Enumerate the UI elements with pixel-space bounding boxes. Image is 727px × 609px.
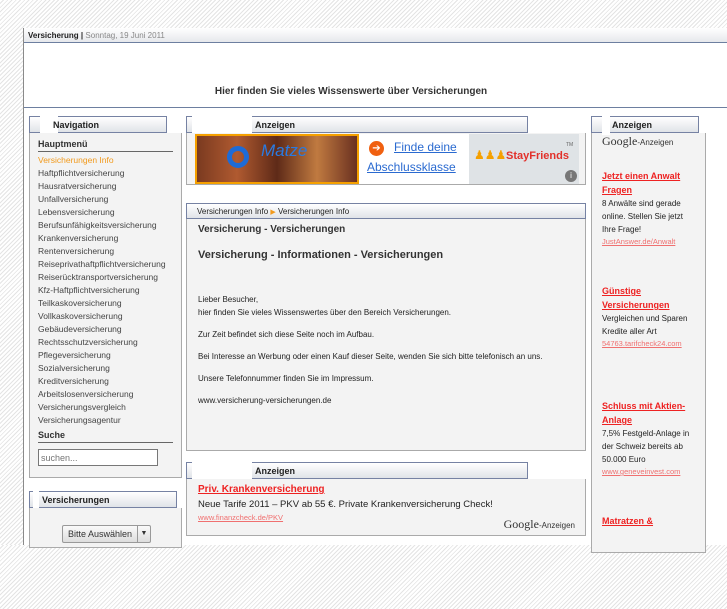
right-ads-header: Anzeigen bbox=[591, 115, 699, 135]
bottom-ad-title: Anzeigen bbox=[255, 466, 296, 476]
bottom-ad-header: Anzeigen bbox=[186, 461, 528, 481]
status-text: Zur Zeit befindet sich diese Seite noch … bbox=[198, 330, 375, 339]
google-ads-label[interactable]: Google-Anzeigen bbox=[504, 517, 575, 532]
nav-item[interactable]: Arbeitslosenversicherung bbox=[38, 388, 173, 401]
brand-name: StayFriends bbox=[506, 150, 569, 162]
nav-list: Versicherungen Info Haftpflichtversicheru… bbox=[38, 154, 173, 427]
banner-link-2[interactable]: Abschlussklasse bbox=[367, 160, 456, 174]
ad-url[interactable]: www.geneveinvest.com bbox=[602, 467, 680, 476]
nav-item[interactable]: Vollkaskoversicherung bbox=[38, 310, 173, 323]
stayfriends-logo[interactable]: ♟♟♟ StayFriends TM i bbox=[469, 134, 579, 184]
insurance-select[interactable]: Bitte Auswählen ▼ bbox=[62, 525, 151, 543]
contact-text: Bei Interesse an Werbung oder einen Kauf… bbox=[198, 352, 543, 361]
ad-headline[interactable]: Jetzt einen Anwalt Fragen bbox=[602, 169, 695, 197]
ad-url[interactable]: JustAnswer.de/Anwalt bbox=[602, 237, 675, 246]
banner-ad-title: Anzeigen bbox=[255, 120, 296, 130]
right-ads-list: Jetzt einen Anwalt Fragen 8 Anwälte sind … bbox=[602, 149, 695, 609]
ad-body: Vergleichen und Sparen Kredite aller Art bbox=[602, 314, 688, 336]
nav-item[interactable]: Sozialversicherung bbox=[38, 362, 173, 375]
nav-item[interactable]: Berufsunfähigkeitsversicherung bbox=[38, 219, 173, 232]
bottom-ad-panel: Priv. Krankenversicherung Neue Tarife 20… bbox=[186, 479, 586, 536]
google-ads-label[interactable]: Google-Anzeigen bbox=[602, 134, 673, 148]
navigation-header: Navigation bbox=[29, 115, 167, 135]
breadcrumb-current: Versicherungen Info bbox=[278, 207, 350, 216]
ad-body: 7,5% Festgeld-Anlage in der Schweiz bere… bbox=[602, 429, 690, 464]
nav-item[interactable]: Versicherungen Info bbox=[38, 154, 173, 167]
search-title: Suche bbox=[38, 428, 173, 443]
separator: | bbox=[80, 31, 84, 40]
nav-item[interactable]: Reiseprivathaftpflichtversicherung bbox=[38, 258, 173, 271]
phone-text: Unsere Telefonnummer finden Sie im Impre… bbox=[198, 374, 374, 383]
nav-item[interactable]: Haftpflichtversicherung bbox=[38, 167, 173, 180]
stayfriends-banner-image[interactable]: Matze bbox=[195, 134, 359, 184]
ad-url[interactable]: www.finanzcheck.de/PKV bbox=[198, 513, 283, 522]
nav-item[interactable]: Hausratversicherung bbox=[38, 180, 173, 193]
right-ads-title: Anzeigen bbox=[612, 120, 653, 130]
banner-ad-header: Anzeigen bbox=[186, 115, 528, 135]
breadcrumb: Versicherungen Info ▶ Versicherungen Inf… bbox=[186, 203, 586, 219]
ad-headline[interactable]: Günstige Versicherungen bbox=[602, 284, 695, 312]
content-subtitle: Versicherung - Informationen - Versicher… bbox=[198, 249, 444, 261]
banner-link-area: ➔ Finde deine Abschlussklasse bbox=[359, 134, 469, 184]
select-value: Bitte Auswählen bbox=[63, 526, 138, 542]
date: Sonntag, 19 Juni 2011 bbox=[85, 31, 165, 40]
search-input[interactable] bbox=[38, 449, 158, 466]
versicherungen-header: Versicherungen bbox=[29, 490, 177, 510]
site-name[interactable]: Versicherung bbox=[28, 31, 79, 40]
versicherungen-panel: Bitte Auswählen ▼ bbox=[29, 508, 182, 548]
logo-ring-icon bbox=[227, 146, 249, 168]
navigation-title: Navigation bbox=[53, 120, 100, 130]
ad-headline[interactable]: Schluss mit Aktien-Anlage bbox=[602, 399, 695, 427]
nav-item[interactable]: Unfallversicherung bbox=[38, 193, 173, 206]
google-logo: Google bbox=[503, 517, 539, 531]
nav-item[interactable]: Teilkaskoversicherung bbox=[38, 297, 173, 310]
content-title: Versicherung - Versicherungen bbox=[198, 224, 346, 235]
banner-ad-panel: Matze ➔ Finde deine Abschlussklasse ♟♟♟ … bbox=[186, 133, 586, 185]
right-ad: Schluss mit Aktien-Anlage 7,5% Festgeld-A… bbox=[602, 379, 695, 494]
banner-link-1[interactable]: Finde deine bbox=[394, 140, 457, 154]
ad-headline[interactable]: Matratzen & bbox=[602, 514, 695, 528]
website-text: www.versicherung-versicherungen.de bbox=[198, 396, 332, 405]
trademark: TM bbox=[566, 142, 574, 148]
page: Versicherung | Sonntag, 19 Juni 2011 Hie… bbox=[23, 28, 727, 553]
navigation-panel: Hauptmenü Versicherungen Info Haftpflicht… bbox=[29, 133, 182, 478]
nav-item[interactable]: Kfz-Haftpflichtversicherung bbox=[38, 284, 173, 297]
nav-item[interactable]: Krankenversicherung bbox=[38, 232, 173, 245]
right-ad: Jetzt einen Anwalt Fragen 8 Anwälte sind … bbox=[602, 149, 695, 264]
nav-item[interactable]: Reiserücktransportversicherung bbox=[38, 271, 173, 284]
ad-body: 8 Anwälte sind gerade online. Stellen Si… bbox=[602, 199, 683, 234]
right-ads-panel: Google-Anzeigen Jetzt einen Anwalt Frage… bbox=[591, 133, 706, 553]
nav-item[interactable]: Lebensversicherung bbox=[38, 206, 173, 219]
google-suffix: -Anzeigen bbox=[637, 138, 674, 147]
banner-logo-text: Matze bbox=[261, 141, 308, 160]
slogan: Hier finden Sie vieles Wissenswerte über… bbox=[214, 86, 488, 97]
top-bar: Versicherung | Sonntag, 19 Juni 2011 bbox=[24, 28, 727, 43]
divider bbox=[24, 107, 727, 108]
ad-url[interactable]: 54763.tarifcheck24.com bbox=[602, 339, 682, 348]
nav-item[interactable]: Kreditversicherung bbox=[38, 375, 173, 388]
nav-item[interactable]: Versicherungsagentur bbox=[38, 414, 173, 427]
people-icon: ♟♟♟ bbox=[474, 148, 507, 162]
nav-item[interactable]: Versicherungsvergleich bbox=[38, 401, 173, 414]
chevron-down-icon: ▼ bbox=[140, 530, 148, 537]
greeting: Lieber Besucher, bbox=[198, 295, 259, 304]
ad-headline[interactable]: Priv. Krankenversicherung bbox=[198, 483, 574, 497]
breadcrumb-item[interactable]: Versicherungen Info bbox=[197, 207, 268, 216]
info-icon[interactable]: i bbox=[565, 170, 577, 182]
nav-item[interactable]: Pflegeversicherung bbox=[38, 349, 173, 362]
main-menu-title: Hauptmenü bbox=[38, 137, 173, 152]
nav-item[interactable]: Rentenversicherung bbox=[38, 245, 173, 258]
right-ad: Matratzen & bbox=[602, 494, 695, 609]
nav-item[interactable]: Gebäudeversicherung bbox=[38, 323, 173, 336]
intro-text: hier finden Sie vieles Wissenswertes übe… bbox=[198, 308, 452, 317]
ad-body: Neue Tarife 2011 – PKV ab 55 €. Private … bbox=[198, 499, 493, 510]
versicherungen-title: Versicherungen bbox=[42, 495, 110, 505]
right-ad: Günstige Versicherungen Vergleichen und S… bbox=[602, 264, 695, 379]
arrow-right-icon: ➔ bbox=[369, 141, 384, 156]
google-logo: Google bbox=[602, 134, 638, 148]
main-content: Versicherung - Versicherungen Versicheru… bbox=[186, 219, 586, 451]
nav-item[interactable]: Rechtsschutzversicherung bbox=[38, 336, 173, 349]
chevron-right-icon: ▶ bbox=[270, 209, 276, 216]
google-suffix: -Anzeigen bbox=[538, 521, 575, 530]
